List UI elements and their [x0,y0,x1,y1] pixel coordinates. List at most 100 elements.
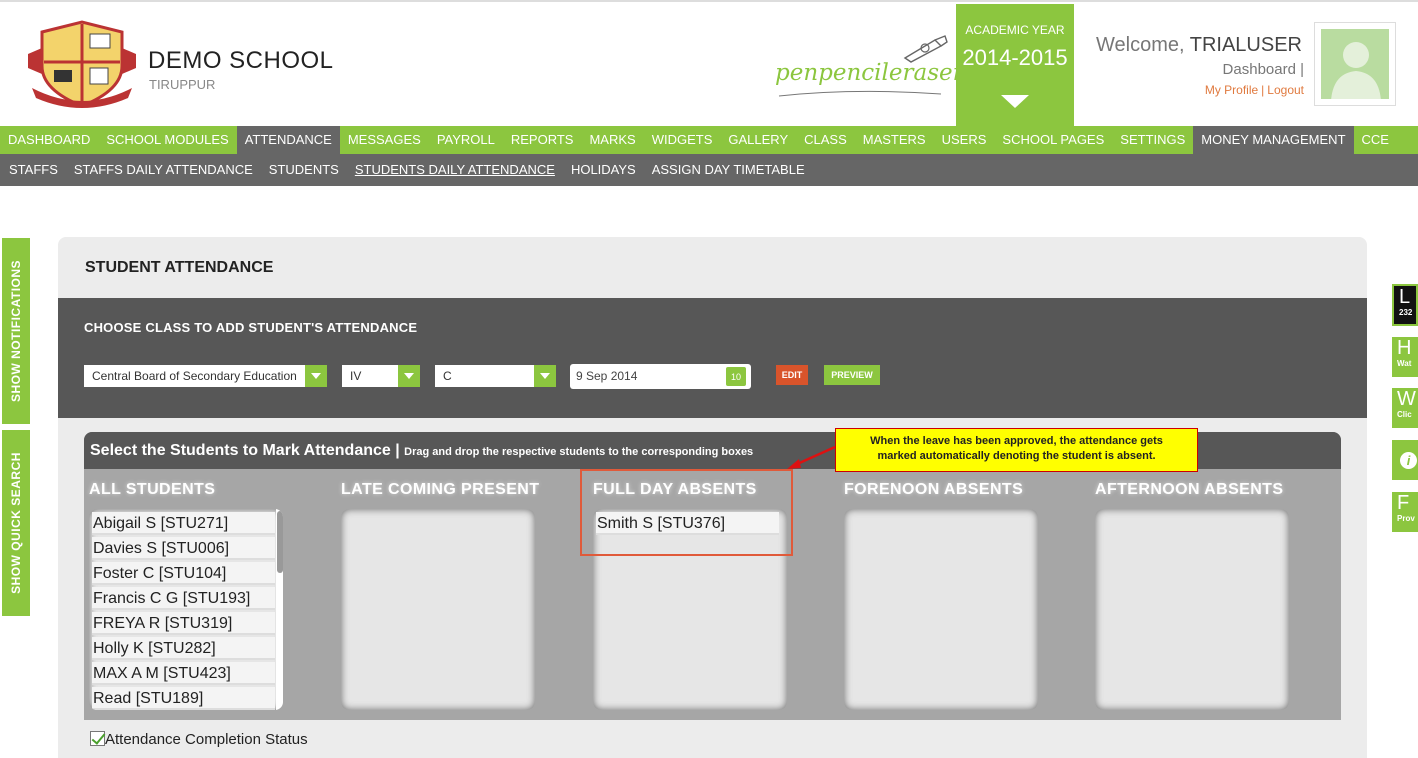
school-logo [28,18,136,110]
list-item[interactable]: Francis C G [STU193] [92,587,275,610]
class-select[interactable]: IV [342,365,420,387]
dashboard-link[interactable]: Dashboard | [1223,61,1304,78]
students-area-title-text: Select the Students to Mark Attendance | [90,442,400,459]
show-quick-search-tab[interactable]: SHOW QUICK SEARCH [2,430,30,616]
brand-text: penpencileraser [775,60,964,86]
widget-w-sub: Clic [1397,410,1412,419]
right-widget-h[interactable]: H Wat [1392,337,1418,377]
column-head-late-coming: LATE COMING PRESENT [341,481,540,498]
list-item[interactable]: Foster C [STU104] [92,562,275,585]
nav-messages[interactable]: MESSAGES [340,126,429,154]
callout-line-1: When the leave has been approved, the at… [870,435,1163,447]
nav-money-management[interactable]: MONEY MANAGEMENT [1193,126,1354,154]
my-profile-link[interactable]: My Profile [1205,83,1258,97]
list-item[interactable]: Holly K [STU282] [92,637,275,660]
academic-year-box[interactable]: ACADEMIC YEAR 2014-2015 [956,4,1074,128]
annotation-callout: When the leave has been approved, the at… [835,428,1198,472]
all-students-list[interactable]: Abigail S [STU271] Davies S [STU006] Fos… [89,509,283,710]
students-area-hint: Drag and drop the respective students to… [404,446,754,458]
column-head-all-students: ALL STUDENTS [89,481,216,498]
filter-bar: CHOOSE CLASS TO ADD STUDENT'S ATTENDANCE… [58,298,1367,418]
academic-year-label: ACADEMIC YEAR [965,23,1065,37]
right-widget-l[interactable]: L 232 [1392,284,1418,326]
subnav-holidays[interactable]: HOLIDAYS [563,154,644,186]
late-coming-present-box[interactable] [341,509,535,710]
page-title: STUDENT ATTENDANCE [85,259,274,276]
show-quick-search-label: SHOW QUICK SEARCH [9,452,23,594]
highlight-box [580,469,793,556]
nav-attendance[interactable]: ATTENDANCE [236,126,340,154]
widget-w-letter: W [1397,388,1416,410]
nav-school-pages[interactable]: SCHOOL PAGES [994,126,1112,154]
main-nav: DASHBOARD SCHOOL MODULES ATTENDANCE MESS… [0,126,1418,154]
right-widget-info[interactable]: i [1392,440,1418,480]
info-icon: i [1400,452,1417,469]
forenoon-absents-box[interactable] [844,509,1038,710]
callout-line-2: marked automatically denoting the studen… [877,450,1156,462]
scroll-thumb[interactable] [277,511,283,573]
callout-arrow-icon [787,445,836,469]
nav-settings[interactable]: SETTINGS [1112,126,1193,154]
avatar[interactable] [1314,22,1396,106]
subnav-students-daily-attendance[interactable]: STUDENTS DAILY ATTENDANCE [347,154,563,186]
welcome-text: Welcome, TRIALUSER [1096,34,1302,57]
preview-button[interactable]: PREVIEW [824,365,880,385]
nav-school-modules[interactable]: SCHOOL MODULES [98,126,236,154]
students-area-title: Select the Students to Mark Attendance |… [90,442,753,460]
edit-button[interactable]: EDIT [776,365,808,385]
board-select-value: Central Board of Secondary Education [92,369,297,383]
section-select[interactable]: C [435,365,556,387]
link-separator: | [1261,83,1265,97]
logout-link[interactable]: Logout [1267,83,1304,97]
school-city: TIRUPPUR [149,77,216,92]
subnav-assign-day-timetable[interactable]: ASSIGN DAY TIMETABLE [644,154,813,186]
widget-l-count: 232 [1399,308,1413,317]
completion-label: Attendance Completion Status [105,731,308,748]
subnav-students[interactable]: STUDENTS [261,154,347,186]
user-silhouette-icon [1331,42,1381,99]
profile-links: My Profile | Logout [1205,83,1304,97]
nav-dashboard[interactable]: DASHBOARD [0,126,98,154]
nav-payroll[interactable]: PAYROLL [429,126,503,154]
completion-checkbox[interactable] [90,731,105,746]
scrollbar[interactable] [276,509,283,710]
subnav-staffs-daily-attendance[interactable]: STAFFS DAILY ATTENDANCE [66,154,261,186]
nav-widgets[interactable]: WIDGETS [644,126,721,154]
afternoon-absents-box[interactable] [1095,509,1289,710]
class-select-value: IV [350,369,362,383]
right-widget-f[interactable]: F Prov [1392,492,1418,532]
widget-h-sub: Wat [1397,359,1412,368]
list-item[interactable]: Davies S [STU006] [92,537,275,560]
date-input[interactable]: 9 Sep 2014 10 [570,364,751,389]
list-item[interactable]: Abigail S [STU271] [92,512,275,535]
nav-gallery[interactable]: GALLERY [720,126,796,154]
nav-marks[interactable]: MARKS [581,126,643,154]
board-select[interactable]: Central Board of Secondary Education [84,365,327,387]
year-dropdown-arrow-icon[interactable] [1001,95,1029,108]
column-head-forenoon-absents: FORENOON ABSENTS [844,481,1024,498]
filter-heading: CHOOSE CLASS TO ADD STUDENT'S ATTENDANCE [84,320,418,335]
school-name: DEMO SCHOOL [148,47,334,74]
list-item[interactable]: FREYA R [STU319] [92,612,275,635]
calendar-icon[interactable]: 10 [726,367,746,386]
subnav-staffs[interactable]: STAFFS [1,154,66,186]
show-notifications-tab[interactable]: SHOW NOTIFICATIONS [2,238,30,424]
sub-nav: STAFFS STAFFS DAILY ATTENDANCE STUDENTS … [0,154,1418,186]
right-widget-w[interactable]: W Clic [1392,388,1418,428]
nav-masters[interactable]: MASTERS [855,126,934,154]
chevron-down-icon [305,365,327,387]
list-item[interactable]: MAX A M [STU423] [92,662,275,685]
welcome-label: Welcome, [1096,34,1185,56]
nav-cce[interactable]: CCE [1354,126,1397,154]
header: DEMO SCHOOL TIRUPPUR penpencileraser ACA… [0,0,1418,128]
nav-users[interactable]: USERS [934,126,995,154]
user-name: TRIALUSER [1189,34,1302,56]
nav-reports[interactable]: REPORTS [503,126,582,154]
list-item[interactable]: Read [STU189] [92,687,275,710]
completion-status: Attendance Completion Status [90,731,308,748]
brand-logo: penpencileraser [775,32,964,102]
show-notifications-label: SHOW NOTIFICATIONS [9,259,23,403]
date-value: 9 Sep 2014 [576,369,638,383]
nav-class[interactable]: CLASS [796,126,855,154]
widget-f-sub: Prov [1397,514,1415,523]
